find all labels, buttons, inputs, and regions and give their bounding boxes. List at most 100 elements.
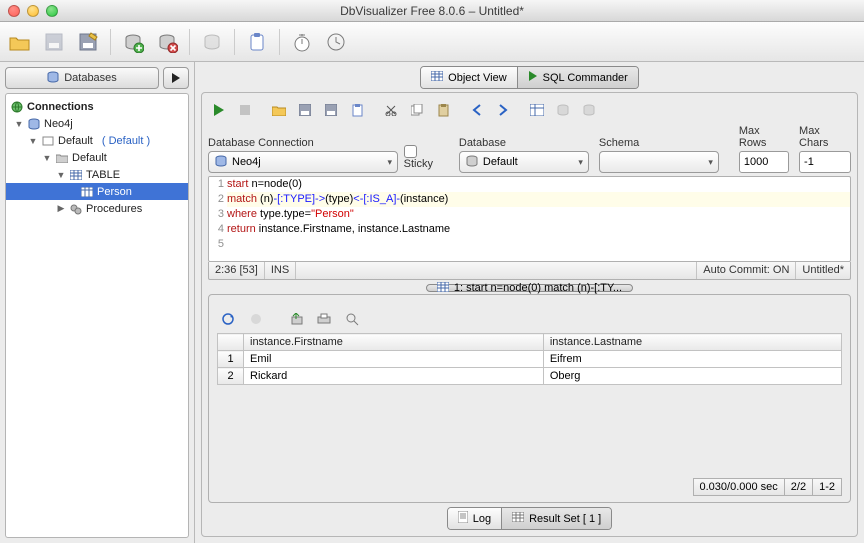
execute-button[interactable] bbox=[208, 100, 230, 120]
maxrows-label: Max Rows bbox=[739, 125, 789, 149]
database-label: Database bbox=[459, 137, 589, 149]
maxchars-label: Max Chars bbox=[799, 125, 851, 149]
timer-button[interactable] bbox=[288, 28, 316, 56]
sticky-checkbox[interactable]: Sticky bbox=[404, 145, 449, 170]
tab-sql-commander[interactable]: SQL Commander bbox=[517, 67, 638, 88]
database-icon bbox=[27, 118, 41, 130]
tree-table-person[interactable]: Person bbox=[6, 183, 188, 200]
grid-icon bbox=[431, 71, 443, 84]
tree-default-2[interactable]: ▼ Default bbox=[6, 149, 188, 166]
main-area: Object View SQL Commander bbox=[195, 62, 864, 543]
globe-icon bbox=[10, 101, 24, 113]
connection-controls: Database Connection Neo4j Sticky Databas… bbox=[208, 125, 851, 173]
stop-result-button[interactable] bbox=[245, 309, 267, 329]
timing-status: 0.030/0.000 sec bbox=[693, 478, 785, 496]
refresh-result-button[interactable] bbox=[217, 309, 239, 329]
window-titlebar: DbVisualizer Free 8.0.6 – Untitled* bbox=[0, 0, 864, 22]
result-statusbar: 0.030/0.000 sec 2/2 1-2 bbox=[217, 478, 842, 496]
sql-builder-button[interactable] bbox=[526, 100, 548, 120]
paste-button[interactable] bbox=[432, 100, 454, 120]
databases-tab[interactable]: Databases bbox=[5, 67, 159, 89]
connection-tree[interactable]: Connections ▼ Neo4j ▼ Default ( Default … bbox=[5, 93, 189, 538]
editor-statusbar: 2:36 [53] INS Auto Commit: ON Untitled* bbox=[208, 262, 851, 280]
cursor-position: 2:36 [53] bbox=[209, 262, 265, 279]
bottom-tabs: Log Result Set [ 1 ] bbox=[447, 507, 613, 530]
result-grid[interactable]: instance.Firstname instance.Lastname 1 E… bbox=[217, 333, 842, 385]
table-row[interactable]: 1 Emil Eifrem bbox=[218, 351, 842, 368]
window-title: DbVisualizer Free 8.0.6 – Untitled* bbox=[0, 4, 864, 18]
search-result-button[interactable] bbox=[341, 309, 363, 329]
history-button[interactable] bbox=[322, 28, 350, 56]
disclosure-icon[interactable]: ▼ bbox=[28, 136, 38, 146]
insert-mode: INS bbox=[265, 262, 296, 279]
clipboard-button[interactable] bbox=[346, 100, 368, 120]
disclosure-icon[interactable]: ▼ bbox=[14, 119, 24, 129]
cut-button[interactable] bbox=[380, 100, 402, 120]
grid-icon bbox=[437, 282, 449, 295]
maxrows-input[interactable]: 1000 bbox=[739, 151, 789, 173]
schema-label: Schema bbox=[599, 137, 719, 149]
table-icon bbox=[80, 187, 94, 197]
range-status: 1-2 bbox=[813, 478, 842, 496]
col-header-lastname[interactable]: instance.Lastname bbox=[543, 334, 841, 351]
col-header-firstname[interactable]: instance.Firstname bbox=[244, 334, 544, 351]
main-toolbar bbox=[0, 22, 864, 62]
save-as-editor-button[interactable] bbox=[320, 100, 342, 120]
databases-tab-label: Databases bbox=[64, 72, 117, 84]
sql-editor[interactable]: 1start n=node(0) 2match (n)-[:TYPE]->(ty… bbox=[208, 176, 851, 262]
gears-icon bbox=[69, 203, 83, 215]
schema-icon bbox=[41, 135, 55, 147]
tab-object-view[interactable]: Object View bbox=[421, 67, 517, 88]
result-panel: 1: start n=node(0) match (n)-[:TY... bbox=[208, 294, 851, 503]
main-tabs: Object View SQL Commander bbox=[420, 66, 639, 89]
result-toolbar bbox=[217, 309, 842, 329]
folder-icon bbox=[55, 153, 69, 163]
db-button-2[interactable] bbox=[578, 100, 600, 120]
save-editor-button[interactable] bbox=[294, 100, 316, 120]
play-icon bbox=[528, 71, 538, 84]
database-select[interactable]: Default bbox=[459, 151, 589, 173]
table-row[interactable]: 2 Rickard Oberg bbox=[218, 368, 842, 385]
schema-select[interactable] bbox=[599, 151, 719, 173]
open-button[interactable] bbox=[268, 100, 290, 120]
db-tool-button[interactable] bbox=[198, 28, 226, 56]
tree-default-schema[interactable]: ▼ Default ( Default ) bbox=[6, 132, 188, 149]
editor-toolbar bbox=[208, 99, 851, 121]
sql-panel: Database Connection Neo4j Sticky Databas… bbox=[201, 92, 858, 537]
save-as-button[interactable] bbox=[74, 28, 102, 56]
stop-button[interactable] bbox=[234, 100, 256, 120]
grid-icon bbox=[512, 512, 524, 525]
task-button[interactable] bbox=[243, 28, 271, 56]
next-button[interactable] bbox=[492, 100, 514, 120]
db-connection-label: Database Connection bbox=[208, 137, 394, 149]
disclosure-icon[interactable]: ▼ bbox=[56, 170, 66, 180]
db-button-1[interactable] bbox=[552, 100, 574, 120]
tree-connection[interactable]: ▼ Neo4j bbox=[6, 115, 188, 132]
autocommit-status: Auto Commit: ON bbox=[697, 262, 796, 279]
copy-button[interactable] bbox=[406, 100, 428, 120]
disclosure-icon[interactable]: ▶ bbox=[56, 203, 66, 214]
document-icon bbox=[458, 511, 468, 526]
print-button[interactable] bbox=[313, 309, 335, 329]
add-connection-button[interactable] bbox=[119, 28, 147, 56]
sidebar-play-button[interactable] bbox=[163, 67, 189, 89]
open-folder-button[interactable] bbox=[6, 28, 34, 56]
maxchars-input[interactable]: -1 bbox=[799, 151, 851, 173]
tree-procedures[interactable]: ▶ Procedures bbox=[6, 200, 188, 217]
row-header-blank bbox=[218, 334, 244, 351]
tree-table-folder[interactable]: ▼ TABLE bbox=[6, 166, 188, 183]
database-icon bbox=[47, 71, 59, 86]
file-status: Untitled* bbox=[796, 262, 850, 279]
tab-result-set[interactable]: Result Set [ 1 ] bbox=[501, 508, 611, 529]
remove-connection-button[interactable] bbox=[153, 28, 181, 56]
save-button[interactable] bbox=[40, 28, 68, 56]
sidebar: Databases Connections ▼ Neo4j ▼ Default … bbox=[0, 62, 195, 543]
prev-button[interactable] bbox=[466, 100, 488, 120]
disclosure-icon[interactable]: ▼ bbox=[42, 153, 52, 163]
result-tab[interactable]: 1: start n=node(0) match (n)-[:TY... bbox=[426, 284, 633, 292]
db-connection-select[interactable]: Neo4j bbox=[208, 151, 398, 173]
tree-root[interactable]: Connections bbox=[6, 98, 188, 115]
tab-log[interactable]: Log bbox=[448, 508, 501, 529]
table-folder-icon bbox=[69, 170, 83, 180]
export-button[interactable] bbox=[285, 309, 307, 329]
